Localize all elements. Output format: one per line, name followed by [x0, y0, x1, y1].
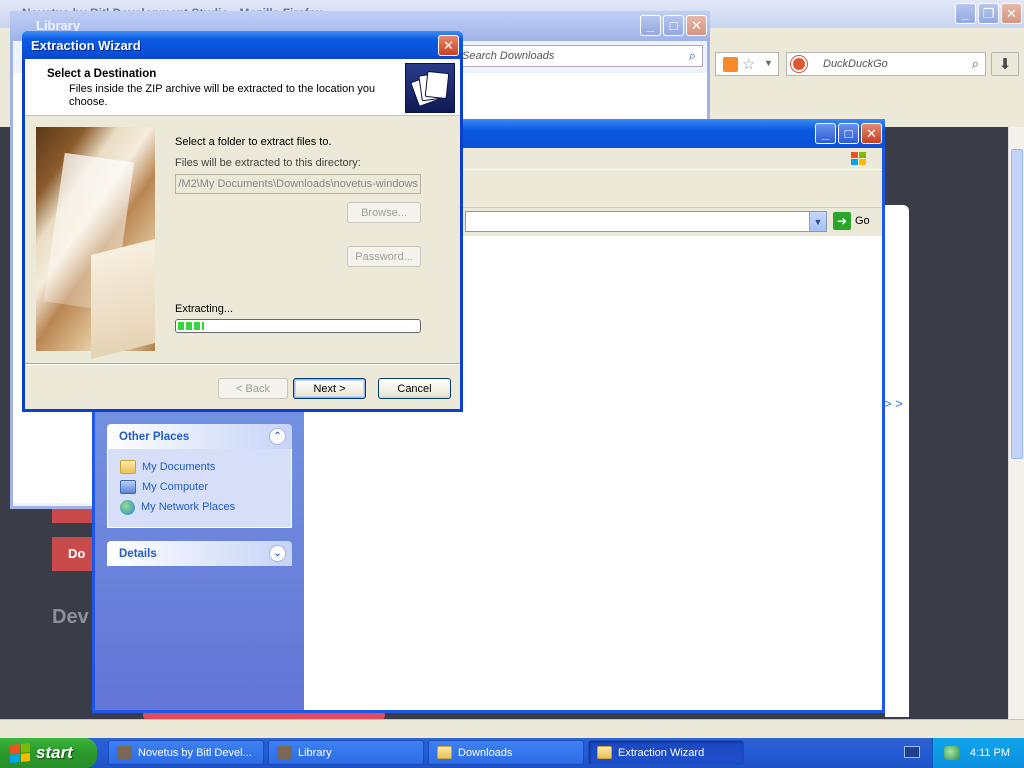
- extraction-progress-bar: [175, 319, 421, 333]
- firefox-minimize-button[interactable]: _: [955, 3, 976, 24]
- extracting-label: Extracting...: [175, 303, 234, 315]
- url-bar-end: ☆ ▼: [715, 52, 779, 76]
- chevron-right-icon[interactable]: > >: [884, 396, 903, 411]
- wizard-header: Select a Destination Files inside the ZI…: [25, 59, 460, 116]
- other-places-header[interactable]: Other Places ⌃: [107, 424, 292, 449]
- keyboard-icon[interactable]: [904, 746, 920, 758]
- my-documents-label: My Documents: [142, 461, 216, 473]
- go-button[interactable]: ➜ Go: [833, 212, 870, 230]
- downloads-close-button[interactable]: ✕: [861, 123, 882, 144]
- taskbar: start Novetus by Bitl Devel... Library D…: [0, 738, 1024, 768]
- address-input[interactable]: ▼: [465, 211, 827, 232]
- next-button[interactable]: Next >: [293, 378, 366, 399]
- my-computer-link[interactable]: My Computer: [120, 477, 291, 497]
- wizard-titlebar: Extraction Wizard ✕: [22, 31, 463, 59]
- search-icon[interactable]: ⌕: [972, 56, 979, 72]
- directory-label: Files will be extracted to this director…: [175, 157, 361, 169]
- library-search-placeholder: Search Downloads: [462, 50, 555, 62]
- library-app-icon: [277, 746, 292, 759]
- scrollbar-thumb[interactable]: [1011, 149, 1023, 459]
- library-search-input[interactable]: Search Downloads ⌕: [451, 45, 703, 67]
- star-icon[interactable]: ☆: [742, 55, 755, 73]
- details-title: Details: [119, 548, 157, 560]
- search-engine-placeholder: DuckDuckGo: [823, 58, 888, 70]
- network-icon: [120, 499, 135, 515]
- zip-folder-icon: [405, 63, 455, 113]
- collapse-icon[interactable]: ⌃: [269, 428, 286, 445]
- start-button[interactable]: start: [0, 738, 97, 768]
- wizard-close-button[interactable]: ✕: [438, 35, 459, 56]
- details-panel: Details ⌄: [107, 541, 292, 566]
- firefox-statusbar: [0, 719, 1024, 738]
- wizard-side-image: [36, 127, 155, 351]
- task-library-label: Library: [298, 746, 332, 759]
- my-documents-link[interactable]: My Documents: [120, 457, 291, 477]
- progress-fill: [178, 322, 205, 330]
- windows-logo-icon: [851, 152, 866, 165]
- firefox-restore-button[interactable]: ❐: [978, 3, 999, 24]
- rss-feed-icon[interactable]: [723, 57, 738, 72]
- other-places-title: Other Places: [119, 431, 190, 443]
- chevron-down-icon[interactable]: ▼: [809, 212, 826, 231]
- task-downloads[interactable]: Downloads: [428, 740, 584, 765]
- library-minimize-button[interactable]: _: [640, 15, 661, 36]
- task-downloads-label: Downloads: [458, 746, 513, 759]
- folder-icon: [437, 746, 452, 759]
- firefox-app-icon: [117, 746, 132, 759]
- system-tray: 4:11 PM: [932, 738, 1024, 768]
- background-page-panel: [885, 205, 909, 717]
- extraction-wizard-dialog: Extraction Wizard ✕ Select a Destination…: [22, 31, 463, 412]
- my-computer-label: My Computer: [142, 481, 209, 493]
- firefox-close-button[interactable]: ✕: [1001, 3, 1022, 24]
- other-places-panel: Other Places ⌃ My Documents My Computer …: [107, 424, 292, 528]
- task-firefox[interactable]: Novetus by Bitl Devel...: [108, 740, 264, 765]
- page-scrollbar[interactable]: [1008, 127, 1024, 719]
- task-firefox-label: Novetus by Bitl Devel...: [138, 746, 252, 759]
- cancel-button[interactable]: Cancel: [378, 378, 451, 399]
- browse-button: Browse...: [347, 202, 421, 223]
- wizard-title: Extraction Wizard: [31, 38, 141, 53]
- web-search-box[interactable]: DuckDuckGo ⌕: [786, 52, 986, 76]
- task-library[interactable]: Library: [268, 740, 424, 765]
- page-button-label: Do: [68, 546, 86, 561]
- duckduckgo-icon[interactable]: [791, 56, 807, 72]
- library-close-button[interactable]: ✕: [686, 15, 707, 36]
- search-icon[interactable]: ⌕: [689, 48, 696, 64]
- wizard-subheading: Files inside the ZIP archive will be ext…: [69, 83, 376, 108]
- go-label: Go: [855, 215, 870, 227]
- wizard-heading: Select a Destination: [47, 68, 157, 80]
- my-network-places-label: My Network Places: [141, 501, 236, 513]
- go-arrow-icon: ➜: [833, 212, 851, 230]
- page-accent-bar: [143, 712, 385, 719]
- network-status-icon[interactable]: [943, 746, 960, 760]
- destination-path-field: /M2\My Documents\Downloads\novetus-windo…: [175, 174, 421, 194]
- my-network-places-link[interactable]: My Network Places: [120, 497, 291, 517]
- chevron-down-icon[interactable]: ▼: [764, 58, 773, 68]
- page-heading-partial: Dev: [52, 606, 89, 628]
- back-button: < Back: [218, 378, 288, 399]
- downloads-minimize-button[interactable]: _: [815, 123, 836, 144]
- clock[interactable]: 4:11 PM: [970, 747, 1010, 759]
- folder-icon: [597, 746, 612, 759]
- computer-icon: [120, 480, 136, 494]
- task-extraction-wizard[interactable]: Extraction Wizard: [588, 740, 744, 765]
- password-button: Password...: [347, 246, 421, 267]
- downloads-maximize-button[interactable]: □: [838, 123, 859, 144]
- download-arrow-icon[interactable]: ⬇: [991, 52, 1019, 76]
- library-maximize-button[interactable]: □: [663, 15, 684, 36]
- start-label: start: [36, 743, 73, 762]
- task-extraction-wizard-label: Extraction Wizard: [618, 746, 705, 759]
- wizard-separator: [25, 363, 460, 365]
- details-header[interactable]: Details ⌄: [107, 541, 292, 566]
- expand-icon[interactable]: ⌄: [269, 545, 286, 562]
- windows-flag-icon: [10, 742, 30, 764]
- select-folder-label: Select a folder to extract files to.: [175, 136, 332, 148]
- folder-icon: [120, 460, 136, 474]
